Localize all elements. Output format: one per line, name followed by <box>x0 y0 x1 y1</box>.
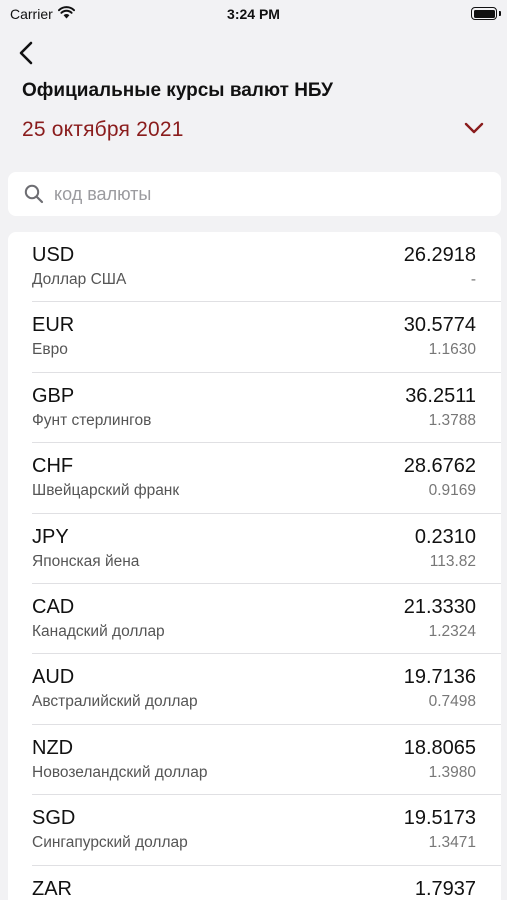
search-box[interactable] <box>8 172 501 216</box>
currency-name: Канадский доллар <box>32 622 165 640</box>
currency-row-gbp[interactable]: GBP Фунт стерлингов 36.2511 1.3788 <box>8 373 501 444</box>
currency-row-sgd[interactable]: SGD Сингапурский доллар 19.5173 1.3471 <box>8 795 501 866</box>
currency-name: Доллар США <box>32 271 127 288</box>
date-selector[interactable]: 25 октября 2021 <box>22 118 487 146</box>
chevron-down-icon <box>464 122 484 134</box>
currency-row-chf[interactable]: CHF Швейцарский франк 28.6762 0.9169 <box>8 443 501 514</box>
currency-row-zar[interactable]: ZAR 1.7937 <box>8 866 501 900</box>
currency-name: Евро <box>32 341 68 359</box>
currency-row-aud[interactable]: AUD Австралийский доллар 19.7136 0.7498 <box>8 654 501 726</box>
currency-name: Австралийский доллар <box>32 693 198 711</box>
currency-rate: 30.5774 <box>403 314 476 337</box>
currency-rate: 18.8065 <box>403 736 476 759</box>
currency-code: NZD <box>32 736 74 759</box>
currency-cross-rate: 0.7498 <box>428 693 476 711</box>
currency-code: SGD <box>32 807 76 830</box>
currency-code: USD <box>32 244 75 266</box>
currency-row-nzd[interactable]: NZD Новозеландский доллар 18.8065 1.3980 <box>8 725 501 796</box>
status-bar: Carrier 3:24 PM <box>0 0 507 28</box>
currency-code: CHF <box>32 455 74 478</box>
currency-rate: 26.2918 <box>403 244 476 266</box>
currency-cross-rate: 1.1630 <box>428 341 476 359</box>
status-time: 3:24 PM <box>227 6 280 22</box>
currency-rate: 0.2310 <box>414 525 476 548</box>
currency-list: USD Доллар США 26.2918 - EUR Евро 30.577… <box>8 232 501 900</box>
currency-code: CAD <box>32 595 75 618</box>
currency-cross-rate: - <box>470 271 476 288</box>
currency-name: Фунт стерлингов <box>32 411 152 429</box>
currency-rate: 19.5173 <box>403 807 476 830</box>
currency-code: AUD <box>32 666 75 689</box>
currency-code: ZAR <box>32 877 72 900</box>
back-button[interactable] <box>12 38 40 68</box>
date-label: 25 октября 2021 <box>22 118 184 141</box>
chevron-left-icon <box>19 41 33 65</box>
currency-code: EUR <box>32 314 75 337</box>
currency-row-eur[interactable]: EUR Евро 30.5774 1.1630 <box>8 302 501 374</box>
battery-icon <box>471 7 497 20</box>
currency-name: Сингапурский доллар <box>32 834 188 852</box>
currency-rate: 19.7136 <box>403 666 476 689</box>
currency-name: Новозеландский доллар <box>32 763 208 781</box>
currency-cross-rate: 0.9169 <box>428 482 476 500</box>
currency-rate: 21.3330 <box>403 595 476 618</box>
search-icon <box>24 184 44 204</box>
currency-cross-rate: 1.3788 <box>428 411 476 429</box>
currency-name: Японская йена <box>32 552 140 570</box>
currency-code: GBP <box>32 384 75 407</box>
currency-code: JPY <box>32 525 69 548</box>
currency-name: Швейцарский франк <box>32 482 180 500</box>
currency-cross-rate: 1.3471 <box>428 834 476 852</box>
currency-cross-rate: 1.3980 <box>428 763 476 781</box>
currency-rate: 1.7937 <box>414 877 476 900</box>
currency-cross-rate: 113.82 <box>429 552 476 570</box>
currency-rate: 28.6762 <box>403 455 476 478</box>
currency-row-jpy[interactable]: JPY Японская йена 0.2310 113.82 <box>8 514 501 585</box>
currency-row-cad[interactable]: CAD Канадский доллар 21.3330 1.2324 <box>8 584 501 655</box>
page-title: Официальные курсы валют НБУ <box>22 80 333 101</box>
battery-tip <box>498 11 501 16</box>
search-input[interactable] <box>54 183 474 205</box>
currency-rate: 36.2511 <box>405 384 476 407</box>
currency-cross-rate: 1.2324 <box>428 622 476 640</box>
currency-row-usd[interactable]: USD Доллар США 26.2918 - <box>8 232 501 303</box>
